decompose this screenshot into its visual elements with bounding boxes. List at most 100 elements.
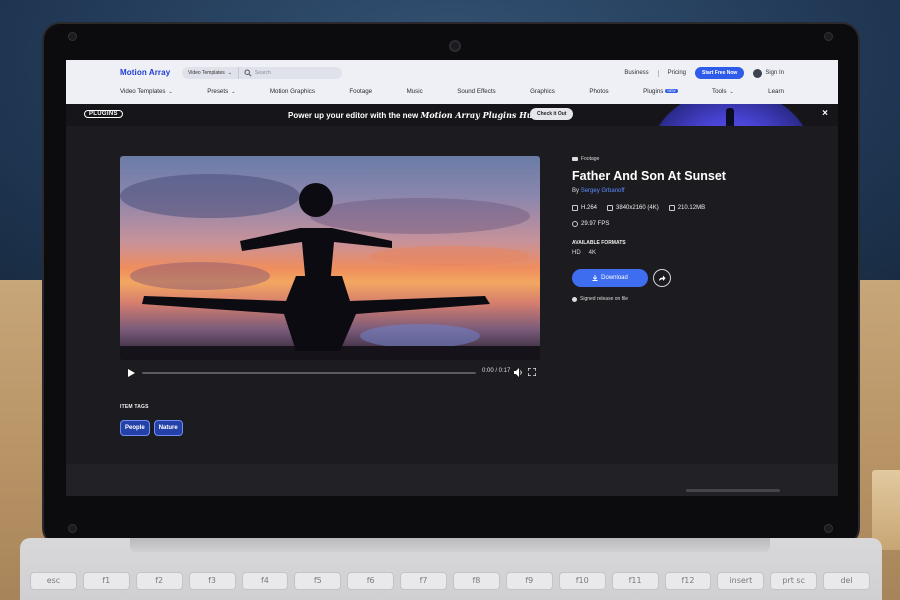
spec-codec: H.264	[572, 205, 597, 211]
camera-icon	[572, 157, 578, 161]
promo-figure-image	[726, 108, 734, 126]
screw-icon	[824, 32, 833, 41]
spec-fps: 29.97 FPS	[572, 221, 609, 227]
user-icon	[753, 68, 763, 78]
play-icon[interactable]	[128, 369, 135, 377]
chevron-down-icon: ⌄	[729, 89, 734, 95]
format-hd: HD	[572, 250, 581, 256]
video-frame-image	[120, 174, 540, 360]
formats-list: HD 4K	[572, 250, 812, 256]
main-nav: Video Templates ⌄ Presets ⌄ Motion Graphic…	[120, 88, 784, 95]
chevron-down-icon: ⌄	[168, 89, 173, 95]
screw-icon	[68, 32, 77, 41]
item-specs-2: 29.97 FPS	[572, 221, 812, 227]
key-f5[interactable]: f5	[294, 572, 342, 590]
nav-video-templates[interactable]: Video Templates ⌄	[120, 88, 173, 95]
business-link[interactable]: Business	[624, 70, 648, 76]
nav-learn[interactable]: Learn	[768, 88, 784, 95]
video-player[interactable]	[120, 156, 540, 360]
header-actions: Business Pricing Start Free Now Sign In	[624, 67, 784, 79]
item-tags-heading: ITEM TAGS	[120, 404, 149, 410]
key-f11[interactable]: f11	[611, 572, 659, 590]
key-f7[interactable]: f7	[400, 572, 447, 590]
nav-plugins[interactable]: Plugins NEW	[643, 88, 678, 95]
item-category: Footage	[572, 156, 812, 162]
site-header: Motion Array Video Templates ⌄ Search Bus…	[66, 60, 838, 104]
format-4k: 4K	[588, 250, 597, 256]
key-f10[interactable]: f10	[558, 572, 606, 590]
scroll-indicator	[686, 489, 780, 492]
chevron-down-icon: ⌄	[231, 89, 236, 95]
key-f9[interactable]: f9	[505, 572, 553, 590]
item-author: By Sergey Grbanoff	[572, 188, 625, 194]
search-icon	[244, 69, 252, 77]
author-link[interactable]: Sergey Grbanoff	[581, 188, 625, 194]
nav-tools[interactable]: Tools ⌄	[712, 88, 734, 95]
promo-banner: PLUGINS Power up your editor with the ne…	[66, 104, 838, 126]
tag-people[interactable]: People	[120, 420, 150, 436]
sign-in-link[interactable]: Sign In	[753, 68, 784, 78]
video-time: 0:00 / 0:17	[482, 368, 511, 374]
key-f1[interactable]: f1	[82, 572, 130, 590]
key-f4[interactable]: f4	[241, 572, 289, 590]
item-specs: H.264 3840x2160 (4K) 210.12MB	[572, 205, 812, 211]
nav-sound-effects[interactable]: Sound Effects	[457, 88, 495, 95]
screen: Motion Array Video Templates ⌄ Search Bus…	[66, 60, 838, 496]
fps-icon	[572, 221, 578, 227]
key-f12[interactable]: f12	[664, 572, 712, 590]
promo-text: Power up your editor with the new Motion…	[288, 110, 539, 120]
item-title: Father And Son At Sunset	[572, 169, 726, 183]
key-f8[interactable]: f8	[453, 572, 500, 590]
chevron-down-icon: ⌄	[227, 70, 232, 76]
key-esc[interactable]: esc	[30, 572, 77, 590]
nav-footage[interactable]: Footage	[349, 88, 372, 95]
nav-presets[interactable]: Presets ⌄	[207, 88, 235, 95]
share-icon	[659, 275, 666, 281]
spec-resolution: 3840x2160 (4K)	[607, 205, 659, 211]
new-badge: NEW	[665, 89, 678, 94]
tag-nature[interactable]: Nature	[153, 420, 183, 436]
volume-icon[interactable]	[514, 368, 523, 377]
webcam-icon	[449, 40, 461, 52]
laptop-hinge	[130, 538, 770, 552]
pricing-link[interactable]: Pricing	[668, 70, 686, 76]
item-page: 0:00 / 0:17 ITEM TAGS People Nature Foot…	[66, 126, 838, 496]
codec-icon	[572, 205, 578, 211]
plugins-logo: PLUGINS	[84, 110, 123, 118]
divider	[657, 69, 659, 77]
video-controls: 0:00 / 0:17	[120, 360, 540, 386]
keyboard-row: esc f1 f2 f3 f4 f5 f6 f7 f8 f9 f10 f11 f12 insert prt …	[30, 572, 870, 590]
key-prt-sc[interactable]: prt sc	[770, 572, 818, 590]
check-it-out-button[interactable]: Check it Out	[530, 108, 574, 120]
file-size-icon	[668, 205, 675, 211]
info-icon	[572, 296, 577, 302]
nav-music[interactable]: Music	[407, 88, 423, 95]
key-f3[interactable]: f3	[188, 572, 236, 590]
nav-motion-graphics[interactable]: Motion Graphics	[270, 88, 315, 95]
search-input[interactable]: Search	[255, 70, 271, 76]
download-button[interactable]: Download	[572, 269, 648, 287]
nav-graphics[interactable]: Graphics	[530, 88, 555, 95]
key-f6[interactable]: f6	[347, 572, 395, 590]
key-del[interactable]: del	[823, 572, 870, 590]
item-actions: Download	[572, 269, 812, 287]
download-icon	[592, 275, 598, 281]
key-insert[interactable]: insert	[717, 572, 765, 590]
site-logo[interactable]: Motion Array	[120, 68, 170, 77]
close-icon[interactable]: ×	[822, 108, 828, 119]
search-category-select[interactable]: Video Templates ⌄	[182, 67, 239, 79]
item-details: Footage Father And Son At Sunset By Serg…	[572, 156, 812, 302]
video-progress-bar[interactable]	[142, 372, 476, 374]
signed-release-note: Signed release on file	[572, 296, 812, 302]
spec-size: 210.12MB	[668, 205, 705, 211]
screw-icon	[824, 524, 833, 533]
share-button[interactable]	[653, 269, 671, 287]
monitor-icon	[607, 205, 614, 211]
screw-icon	[68, 524, 77, 533]
nav-photos[interactable]: Photos	[589, 88, 608, 95]
formats-heading: AVAILABLE FORMATS	[572, 240, 626, 246]
key-f2[interactable]: f2	[135, 572, 183, 590]
search-bar[interactable]: Video Templates ⌄ Search	[182, 67, 342, 79]
fullscreen-icon[interactable]	[528, 368, 536, 376]
start-free-button[interactable]: Start Free Now	[695, 67, 745, 79]
